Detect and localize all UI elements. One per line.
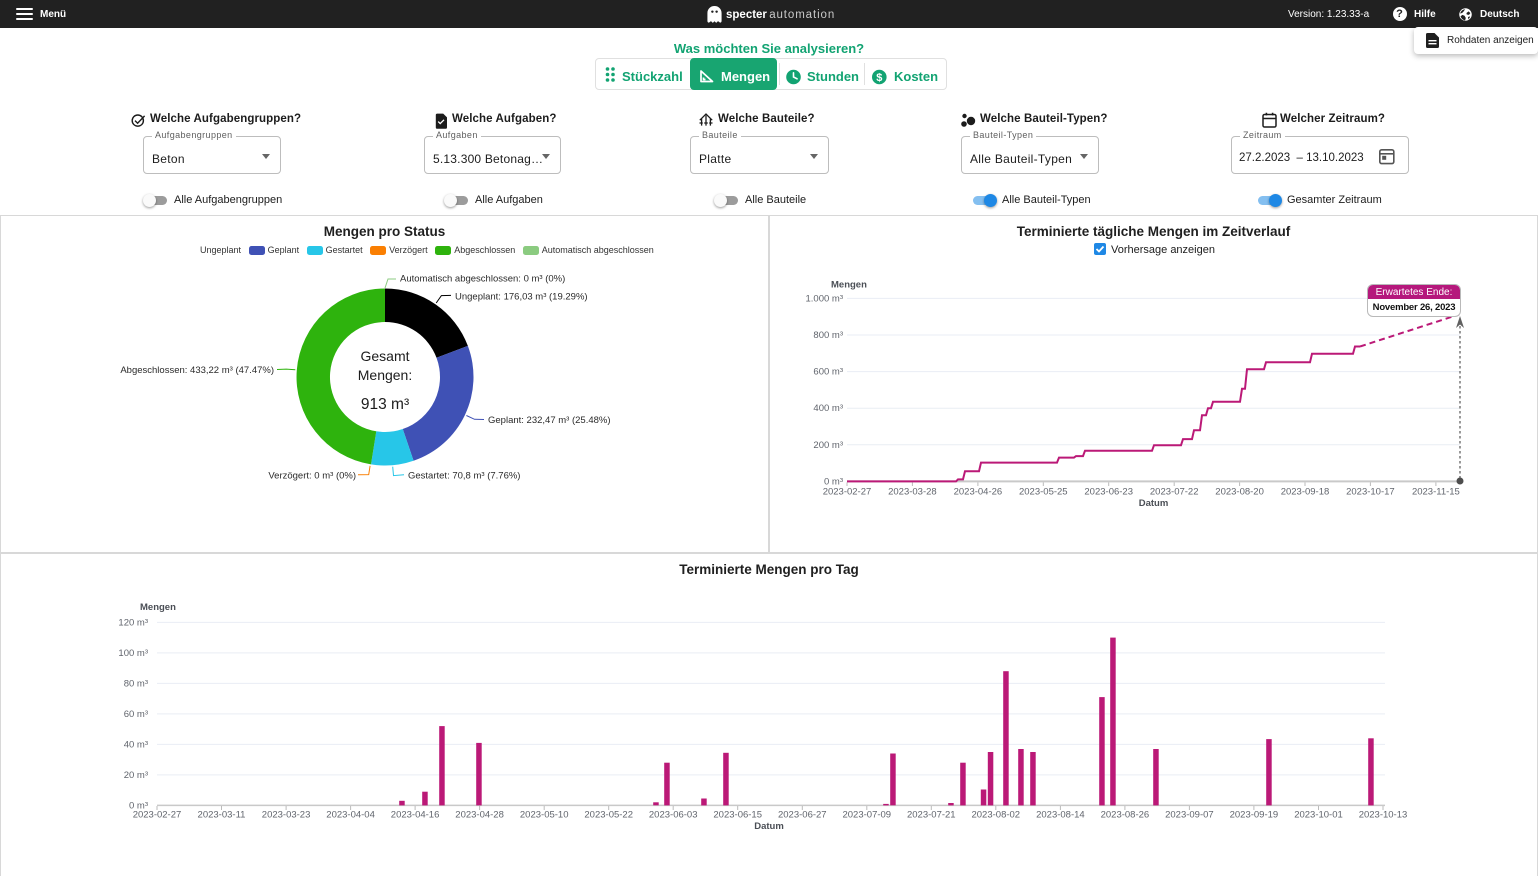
svg-text:2023-09-19: 2023-09-19: [1230, 810, 1279, 821]
svg-text:2023-07-21: 2023-07-21: [907, 810, 956, 821]
svg-text:Gestartet: 70,8 m³ (7.76%): Gestartet: 70,8 m³ (7.76%): [408, 471, 520, 482]
svg-text:2023-05-22: 2023-05-22: [584, 810, 633, 821]
svg-text:100 m³: 100 m³: [118, 648, 148, 659]
svg-text:2023-03-11: 2023-03-11: [198, 810, 246, 821]
svg-text:2023-02-27: 2023-02-27: [823, 487, 872, 498]
svg-text:Mengen: Mengen: [140, 602, 176, 613]
svg-text:2023-03-28: 2023-03-28: [888, 487, 937, 498]
svg-text:2023-03-23: 2023-03-23: [262, 810, 311, 821]
svg-text:2023-06-03: 2023-06-03: [649, 810, 698, 821]
svg-text:Datum: Datum: [754, 821, 784, 832]
svg-text:913 m³: 913 m³: [361, 396, 409, 413]
svg-text:2023-06-23: 2023-06-23: [1084, 487, 1133, 498]
svg-text:Automatisch abgeschlossen: 0 m: Automatisch abgeschlossen: 0 m³ (0%): [400, 274, 565, 285]
svg-text:2023-06-15: 2023-06-15: [713, 810, 762, 821]
svg-text:Datum: Datum: [1139, 498, 1169, 509]
svg-text:2023-07-09: 2023-07-09: [842, 810, 891, 821]
svg-text:Ungeplant: 176,03 m³ (19.29%): Ungeplant: 176,03 m³ (19.29%): [455, 292, 588, 303]
svg-text:2023-04-04: 2023-04-04: [326, 810, 375, 821]
svg-text:2023-08-02: 2023-08-02: [971, 810, 1020, 821]
svg-text:200 m³: 200 m³: [813, 440, 843, 451]
svg-text:80 m³: 80 m³: [124, 678, 148, 689]
svg-text:2023-10-13: 2023-10-13: [1359, 810, 1408, 821]
svg-text:1.000 m³: 1.000 m³: [806, 293, 844, 304]
svg-text:40 m³: 40 m³: [124, 739, 148, 750]
svg-text:Geplant: 232,47 m³ (25.48%): Geplant: 232,47 m³ (25.48%): [488, 415, 611, 426]
svg-text:Verzögert: 0 m³ (0%): Verzögert: 0 m³ (0%): [268, 471, 356, 482]
svg-text:2023-05-25: 2023-05-25: [1019, 487, 1068, 498]
svg-text:2023-08-20: 2023-08-20: [1215, 487, 1264, 498]
svg-text:2023-10-17: 2023-10-17: [1346, 487, 1395, 498]
svg-text:2023-08-14: 2023-08-14: [1036, 810, 1085, 821]
svg-text:2023-09-07: 2023-09-07: [1165, 810, 1214, 821]
svg-text:120 m³: 120 m³: [118, 617, 148, 628]
svg-text:2023-11-15: 2023-11-15: [1412, 487, 1460, 498]
svg-text:800 m³: 800 m³: [813, 330, 843, 341]
svg-text:60 m³: 60 m³: [124, 709, 148, 720]
svg-text:2023-04-28: 2023-04-28: [455, 810, 504, 821]
svg-text:2023-08-26: 2023-08-26: [1101, 810, 1150, 821]
svg-text:0 m³: 0 m³: [129, 800, 148, 811]
svg-text:2023-04-26: 2023-04-26: [954, 487, 1003, 498]
svg-text:2023-06-27: 2023-06-27: [778, 810, 827, 821]
svg-text:2023-09-18: 2023-09-18: [1281, 487, 1330, 498]
svg-text:400 m³: 400 m³: [813, 403, 843, 414]
svg-text:2023-04-16: 2023-04-16: [391, 810, 440, 821]
svg-text:Gesamt: Gesamt: [360, 348, 409, 364]
svg-text:Abgeschlossen: 433,22 m³ (47.4: Abgeschlossen: 433,22 m³ (47.47%): [120, 365, 274, 376]
svg-text:2023-10-01: 2023-10-01: [1294, 810, 1343, 821]
svg-text:Mengen:: Mengen:: [358, 367, 412, 383]
svg-text:2023-07-22: 2023-07-22: [1150, 487, 1199, 498]
svg-text:Mengen: Mengen: [831, 280, 867, 291]
svg-text:600 m³: 600 m³: [813, 367, 843, 378]
svg-text:0 m³: 0 m³: [824, 476, 843, 487]
svg-text:2023-05-10: 2023-05-10: [520, 810, 569, 821]
svg-text:20 m³: 20 m³: [124, 770, 148, 781]
